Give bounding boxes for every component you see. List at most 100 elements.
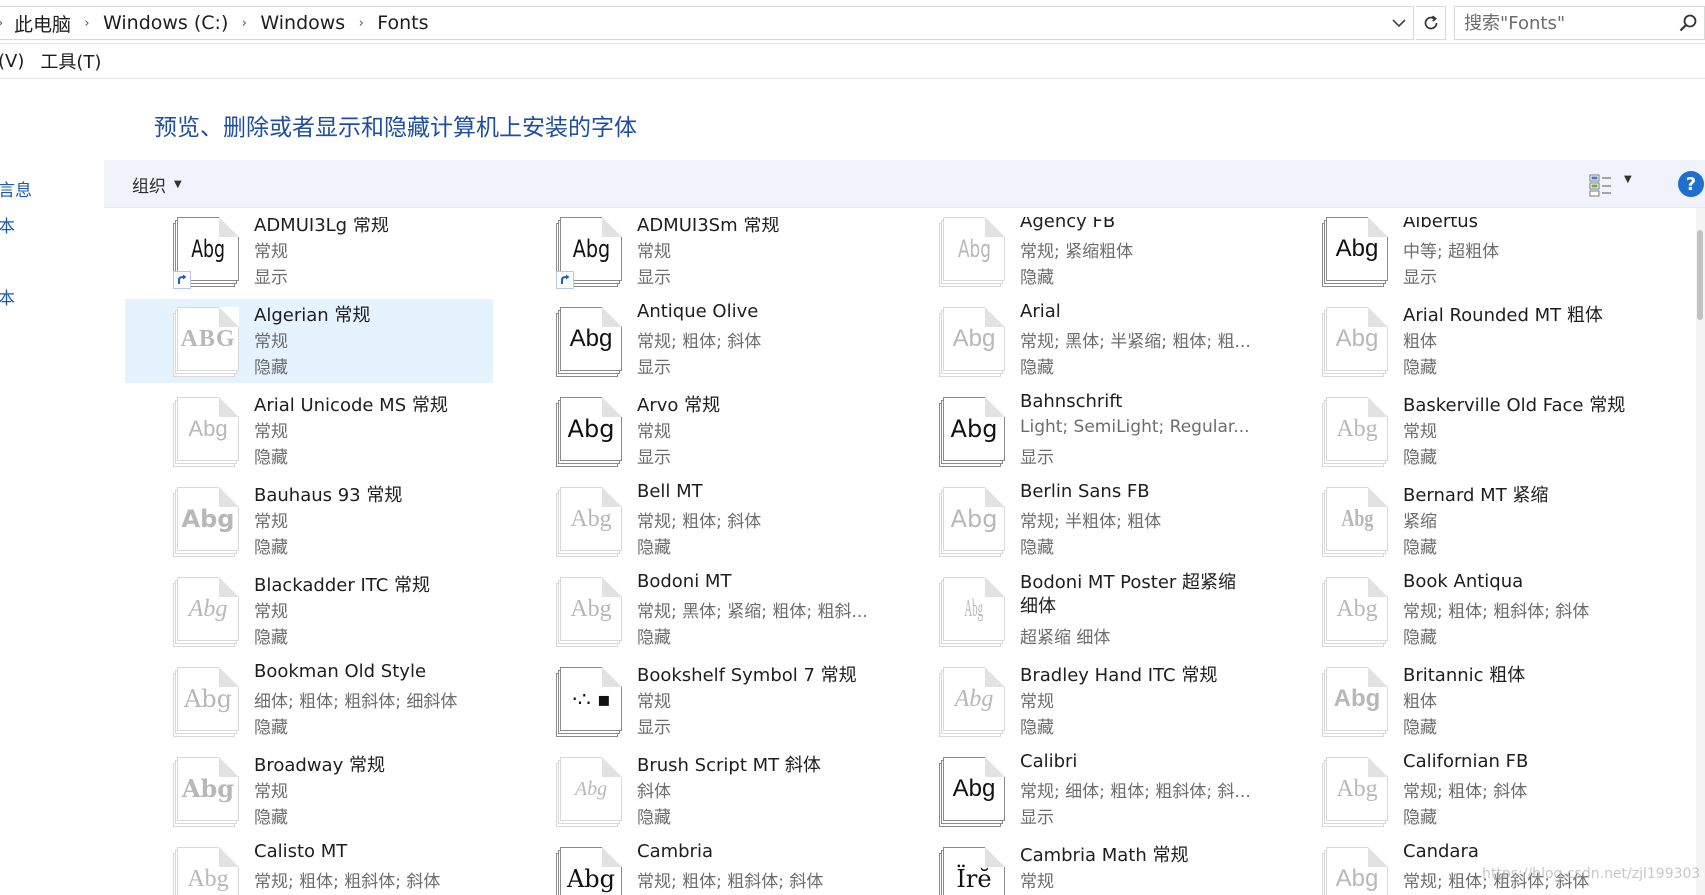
font-item[interactable]: ·∴ ▪ Bookshelf Symbol 7 常规 常规 显示 xyxy=(500,659,876,743)
breadcrumb-this-pc[interactable]: 此电脑 xyxy=(12,10,73,37)
font-preview-icon: ABG xyxy=(173,307,241,379)
font-styles: 常规; 半粗体; 粗体 xyxy=(1020,512,1162,532)
left-pane-link-1[interactable]: 本 xyxy=(0,212,15,237)
search-box[interactable] xyxy=(1454,6,1705,40)
font-item[interactable]: Abg Antique Olive 常规; 粗体; 斜体 显示 xyxy=(500,299,876,383)
page-fold xyxy=(1368,487,1388,507)
page-fold xyxy=(219,757,239,777)
font-visibility-state: 隐藏 xyxy=(254,808,288,828)
font-item[interactable]: Abg ADMUI3Lg 常规 常规 显示 xyxy=(125,217,493,293)
font-item[interactable]: Abg Bahnschrift Light; SemiLight; Regular.… xyxy=(883,389,1259,473)
font-name: Agency FB xyxy=(1020,217,1116,232)
font-item[interactable]: Abg Brush Script MT 斜体 斜体 隐藏 xyxy=(500,749,876,833)
address-history-dropdown[interactable] xyxy=(1386,7,1412,39)
address-bar[interactable]: › 此电脑 › Windows (C:) › Windows › Fonts xyxy=(0,6,1414,40)
left-pane-link-2[interactable]: 本 xyxy=(0,284,15,309)
refresh-button[interactable] xyxy=(1416,6,1446,40)
font-name: Candara xyxy=(1403,841,1479,862)
chevron-right-icon[interactable]: › xyxy=(0,16,12,31)
font-styles: 常规 xyxy=(1020,872,1054,892)
font-item[interactable]: Abg Arial 常规; 黑体; 半紧缩; 粗体; 粗... 隐藏 xyxy=(883,299,1259,383)
font-styles: 常规 xyxy=(637,242,671,262)
font-preview-icon: Abg xyxy=(939,217,1007,289)
font-styles: 常规 xyxy=(254,242,288,262)
font-item[interactable]: Abg Book Antiqua 常规; 粗体; 粗斜体; 斜体 隐藏 xyxy=(1266,569,1642,653)
font-item[interactable]: Abg Bradley Hand ITC 常规 常规 隐藏 xyxy=(883,659,1259,743)
font-sample-text: Abg xyxy=(181,774,235,803)
font-item[interactable]: Abg Bell MT 常规; 粗体; 斜体 隐藏 xyxy=(500,479,876,563)
font-file-page: Abg xyxy=(1326,397,1388,461)
font-visibility-state: 隐藏 xyxy=(254,538,288,558)
font-item[interactable]: Abg Britannic 粗体 粗体 隐藏 xyxy=(1266,659,1642,743)
view-options-icon[interactable] xyxy=(1588,172,1614,198)
font-item[interactable]: Abg Blackadder ITC 常规 常规 隐藏 xyxy=(125,569,493,653)
font-item[interactable]: Abg Bookman Old Style 细体; 粗体; 粗斜体; 细斜体 隐藏 xyxy=(125,659,493,743)
font-preview-icon: Abg xyxy=(556,757,624,829)
font-item[interactable]: Abg Arial Rounded MT 粗体 粗体 隐藏 xyxy=(1266,299,1642,383)
font-visibility-state: 隐藏 xyxy=(254,718,288,738)
font-item[interactable]: ABG Algerian 常规 常规 隐藏 xyxy=(125,299,493,383)
search-input[interactable] xyxy=(1455,7,1670,39)
font-item[interactable]: Abg Arvo 常规 常规 显示 xyxy=(500,389,876,473)
font-item[interactable]: Abg Calisto MT 常规; 粗体; 粗斜体; 斜体 xyxy=(125,839,493,895)
font-item[interactable]: Abg Albertus 中等; 超粗体 显示 xyxy=(1266,217,1642,293)
font-item[interactable]: Abg Cambria 常规; 粗体; 粗斜体; 斜体 xyxy=(500,839,876,895)
font-item[interactable]: Abg Broadway 常规 常规 隐藏 xyxy=(125,749,493,833)
font-item[interactable]: Abg Berlin Sans FB 常规; 半粗体; 粗体 隐藏 xyxy=(883,479,1259,563)
breadcrumb-windows[interactable]: Windows xyxy=(258,12,347,34)
font-item[interactable]: Abg Agency FB 常规; 紧缩粗体 隐藏 xyxy=(883,217,1259,293)
font-item[interactable]: Abg Baskerville Old Face 常规 常规 隐藏 xyxy=(1266,389,1642,473)
font-file-page: Abg xyxy=(560,307,622,371)
font-sample-text: Abg xyxy=(1335,325,1379,352)
menu-view[interactable]: (V) xyxy=(0,51,32,72)
font-preview-icon: Abg xyxy=(556,847,624,895)
font-name: Britannic 粗体 xyxy=(1403,665,1526,686)
view-options-dropdown[interactable]: ▼ xyxy=(1624,174,1632,185)
chevron-right-icon[interactable]: › xyxy=(73,16,101,31)
font-name: Albertus xyxy=(1403,217,1479,232)
font-sample-text: Abg xyxy=(1340,506,1374,532)
organize-button[interactable]: 组织 ▼ xyxy=(132,160,182,208)
font-item[interactable]: Abg Arial Unicode MS 常规 常规 隐藏 xyxy=(125,389,493,473)
font-item[interactable]: Abg Calibri 常规; 细体; 粗体; 粗斜体; 斜... 显示 xyxy=(883,749,1259,833)
font-file-page: Abg xyxy=(560,487,622,551)
chevron-right-icon[interactable]: › xyxy=(230,16,258,31)
font-styles: 粗体 xyxy=(1403,692,1437,712)
font-name: Calisto MT xyxy=(254,841,348,862)
help-button[interactable]: ? xyxy=(1678,171,1704,197)
font-file-page: Abg xyxy=(177,847,239,895)
font-sample-text: Abg xyxy=(570,506,612,532)
font-item[interactable]: Abg Bodoni MT Poster 超紧缩 细体 超紧缩 细体 xyxy=(883,569,1259,653)
chevron-right-icon[interactable]: › xyxy=(347,16,375,31)
font-preview-icon: Abg xyxy=(1322,847,1390,895)
chevron-down-icon xyxy=(1392,19,1406,28)
search-icon[interactable] xyxy=(1678,13,1698,33)
font-item[interactable]: Abg Californian FB 常规; 粗体; 斜体 隐藏 xyxy=(1266,749,1642,833)
font-item[interactable]: Ïrĕ Cambria Math 常规 常规 xyxy=(883,839,1259,895)
left-pane-link-info[interactable]: 言息 xyxy=(0,176,32,201)
font-styles: 常规; 粗体; 粗斜体; 斜体 xyxy=(1403,602,1590,622)
font-item[interactable]: Abg Bodoni MT 常规; 黑体; 紧缩; 粗体; 粗斜... 隐藏 xyxy=(500,569,876,653)
page-fold xyxy=(1368,217,1388,237)
font-file-page: Abg xyxy=(560,847,622,895)
font-item[interactable]: Abg ADMUI3Sm 常规 常规 显示 xyxy=(500,217,876,293)
menu-tools[interactable]: 工具(T) xyxy=(40,48,109,74)
font-styles: 常规 xyxy=(1403,422,1437,442)
font-styles: 粗体 xyxy=(1403,332,1437,352)
font-sample-text: Abg xyxy=(570,596,612,622)
breadcrumb-fonts[interactable]: Fonts xyxy=(375,12,430,34)
page-title: 预览、删除或者显示和隐藏计算机上安装的字体 xyxy=(154,115,637,141)
font-item[interactable]: Abg Bauhaus 93 常规 常规 隐藏 xyxy=(125,479,493,563)
font-styles: 常规; 黑体; 半紧缩; 粗体; 粗... xyxy=(1020,332,1251,352)
font-visibility-state: 隐藏 xyxy=(637,808,671,828)
font-visibility-state: 隐藏 xyxy=(1403,358,1437,378)
breadcrumb-windows-c[interactable]: Windows (C:) xyxy=(101,12,230,34)
font-styles: 细体; 粗体; 粗斜体; 细斜体 xyxy=(254,692,458,712)
font-styles: 常规; 粗体; 粗斜体; 斜体 xyxy=(637,872,824,892)
font-preview-icon: Abg xyxy=(1322,307,1390,379)
page-fold xyxy=(602,667,622,687)
font-item[interactable]: Abg Bernard MT 紧缩 紧缩 隐藏 xyxy=(1266,479,1642,563)
font-sample-text: Abg xyxy=(1336,776,1378,802)
font-file-page: Abg xyxy=(560,577,622,641)
scrollbar-thumb[interactable] xyxy=(1697,230,1703,320)
